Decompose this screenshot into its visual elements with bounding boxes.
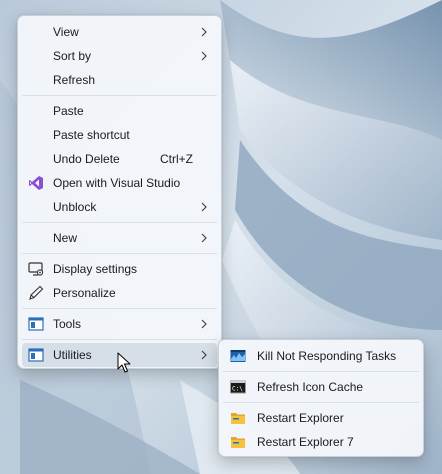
menu-item-label: View: [53, 25, 79, 39]
menu-item-open-with-visual-studio[interactable]: Open with Visual Studio: [22, 171, 217, 195]
menu-separator: [223, 402, 419, 403]
menu-item-sort-by[interactable]: Sort by: [22, 44, 217, 68]
menu-item-label: Restart Explorer 7: [257, 435, 354, 449]
menu-item-restart-explorer-7[interactable]: Restart Explorer 7: [223, 430, 419, 454]
folder-icon: [231, 437, 245, 448]
menu-item-view[interactable]: View: [22, 20, 217, 44]
menu-item-label: Personalize: [53, 286, 116, 300]
menu-item-label: New: [53, 231, 78, 245]
menu-item-refresh-icon-cache[interactable]: C:\ Refresh Icon Cache: [223, 375, 419, 399]
menu-item-restart-explorer[interactable]: Restart Explorer: [223, 406, 419, 430]
menu-item-label: Sort by: [53, 49, 92, 63]
chevron-right-icon: [201, 27, 207, 37]
visual-studio-icon: [29, 176, 43, 190]
menu-item-label: Unblock: [53, 200, 97, 214]
menu-item-label: Display settings: [53, 262, 138, 276]
task-kill-icon: [230, 350, 246, 362]
desktop-context-menu: View Sort by Refresh Paste Paste shortcu…: [17, 15, 222, 369]
menu-item-paste[interactable]: Paste: [22, 99, 217, 123]
utilities-submenu: Kill Not Responding Tasks C:\ Refresh Ic…: [218, 339, 424, 457]
menu-separator: [22, 308, 217, 309]
menu-item-undo-delete[interactable]: Undo Delete Ctrl+Z: [22, 147, 217, 171]
pen-icon: [29, 285, 44, 300]
svg-text:C:\: C:\: [232, 386, 243, 393]
menu-item-refresh[interactable]: Refresh: [22, 68, 217, 92]
chevron-right-icon: [201, 202, 207, 212]
menu-item-label: Refresh Icon Cache: [257, 380, 364, 394]
menu-separator: [22, 253, 217, 254]
window-icon: [28, 348, 44, 362]
menu-separator: [22, 95, 217, 96]
menu-item-label: Utilities: [53, 348, 92, 362]
menu-item-label: Kill Not Responding Tasks: [257, 349, 397, 363]
chevron-right-icon: [201, 350, 207, 360]
display-settings-icon: [28, 262, 44, 276]
menu-item-label: Open with Visual Studio: [53, 176, 181, 190]
menu-item-label: Paste: [53, 104, 84, 118]
folder-icon: [231, 413, 245, 424]
keyboard-shortcut: Ctrl+Z: [160, 152, 193, 166]
menu-separator: [22, 339, 217, 340]
menu-item-personalize[interactable]: Personalize: [22, 281, 217, 305]
menu-item-label: Tools: [53, 317, 82, 331]
menu-item-label: Paste shortcut: [53, 128, 130, 142]
terminal-icon: C:\: [230, 380, 246, 394]
menu-item-label: Restart Explorer: [257, 411, 344, 425]
chevron-right-icon: [201, 319, 207, 329]
menu-item-kill-not-responding-tasks[interactable]: Kill Not Responding Tasks: [223, 344, 419, 368]
mouse-pointer-icon: [117, 352, 131, 373]
menu-item-label: Undo Delete: [53, 152, 120, 166]
menu-item-tools[interactable]: Tools: [22, 312, 217, 336]
menu-item-label: Refresh: [53, 73, 96, 87]
menu-item-new[interactable]: New: [22, 226, 217, 250]
menu-separator: [223, 371, 419, 372]
menu-item-display-settings[interactable]: Display settings: [22, 257, 217, 281]
chevron-right-icon: [201, 233, 207, 243]
menu-item-unblock[interactable]: Unblock: [22, 195, 217, 219]
menu-item-paste-shortcut[interactable]: Paste shortcut: [22, 123, 217, 147]
chevron-right-icon: [201, 51, 207, 61]
window-icon: [28, 317, 44, 331]
menu-separator: [22, 222, 217, 223]
